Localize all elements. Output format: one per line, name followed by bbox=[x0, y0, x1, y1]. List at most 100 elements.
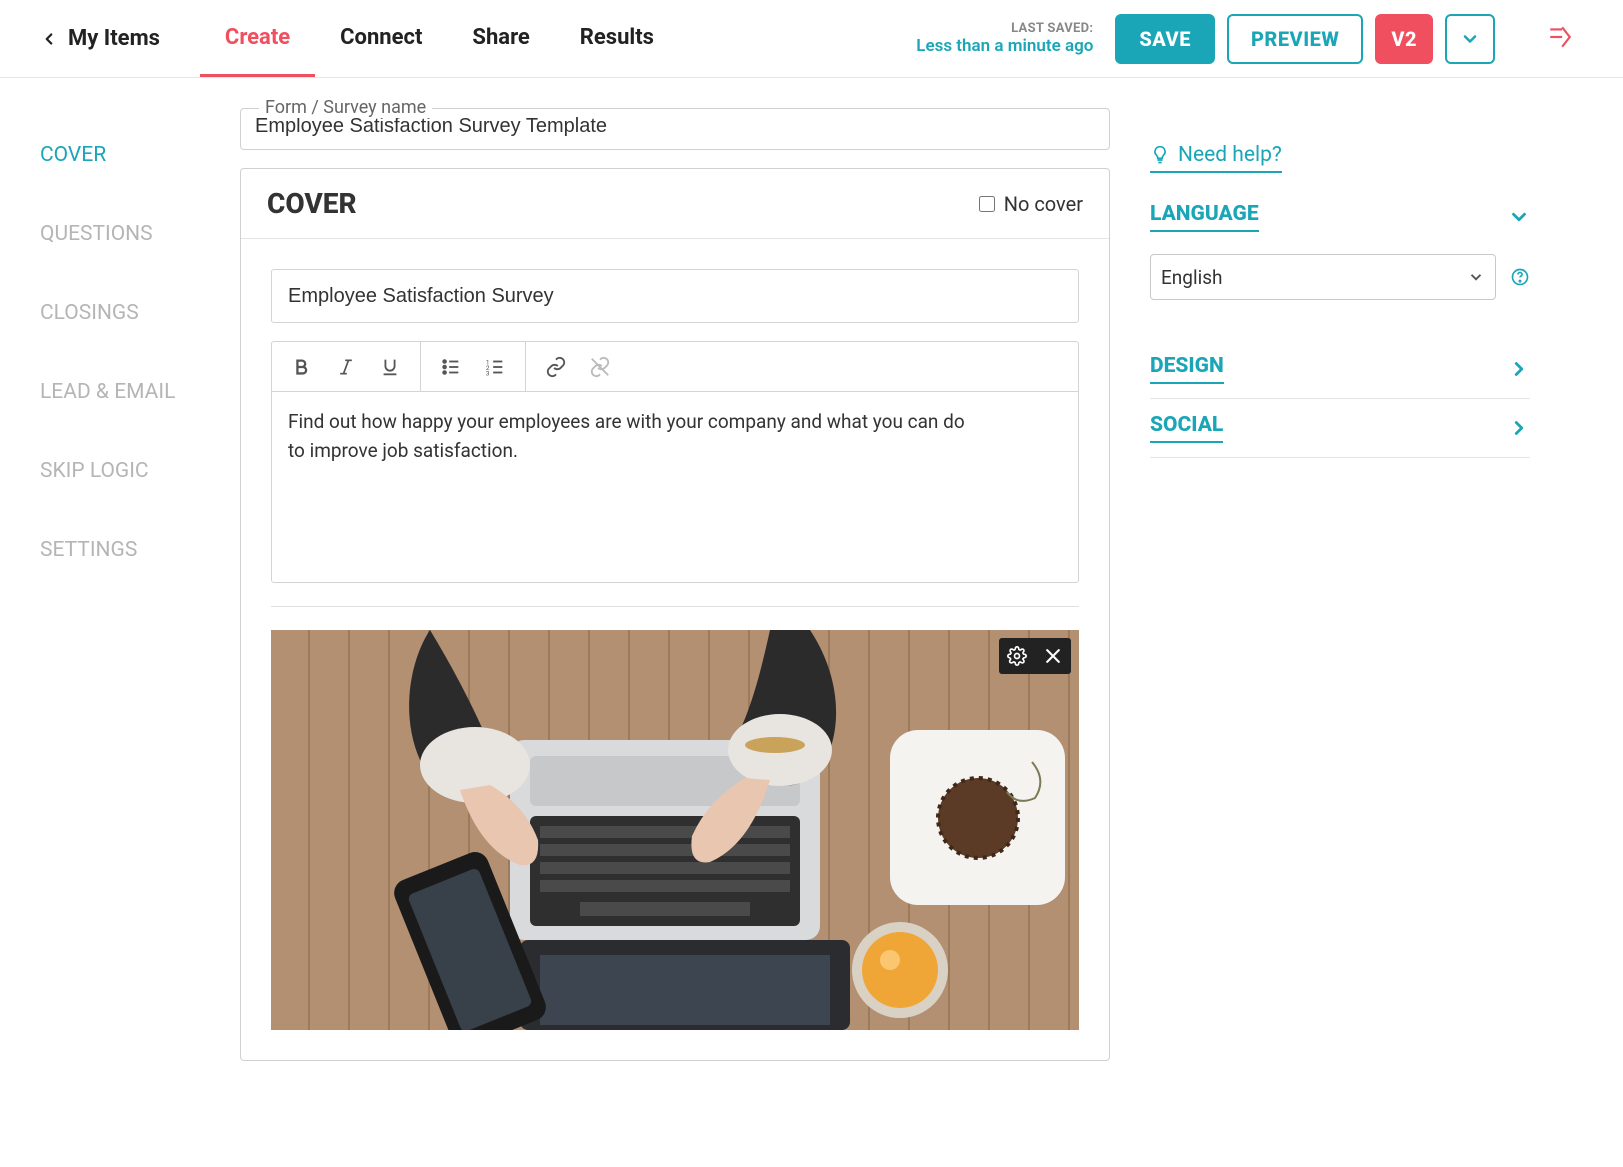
version-badge-button[interactable]: V2 bbox=[1375, 14, 1433, 64]
accordion-social: SOCIAL bbox=[1150, 399, 1530, 458]
italic-button[interactable] bbox=[324, 345, 368, 389]
topbar-right: LAST SAVED: Less than a minute ago SAVE … bbox=[916, 14, 1573, 64]
cover-description-input[interactable]: Find out how happy your employees are wi… bbox=[272, 392, 997, 582]
cover-panel-header: COVER No cover bbox=[241, 169, 1109, 239]
cover-panel: COVER No cover bbox=[240, 168, 1110, 1061]
accordion-title: SOCIAL bbox=[1150, 413, 1223, 443]
save-info: LAST SAVED: Less than a minute ago bbox=[916, 21, 1093, 56]
sidebar-item-label: QUESTIONS bbox=[40, 222, 153, 246]
preview-button-label: PREVIEW bbox=[1251, 27, 1339, 51]
chevron-right-icon bbox=[1508, 417, 1530, 439]
bold-button[interactable] bbox=[280, 345, 324, 389]
editor-center: Form / Survey name COVER No cover bbox=[240, 108, 1110, 1061]
bold-icon bbox=[291, 356, 313, 378]
tab-connect[interactable]: Connect bbox=[315, 0, 447, 77]
sidebar-item-skip-logic[interactable]: SKIP LOGIC bbox=[40, 459, 240, 483]
svg-text:3: 3 bbox=[486, 369, 490, 377]
image-overlay-actions bbox=[999, 638, 1071, 674]
bullet-list-icon bbox=[440, 356, 462, 378]
link-icon bbox=[545, 356, 567, 378]
chevron-down-icon bbox=[1460, 29, 1480, 49]
rich-text-editor: 123 Find out how happy your employees ar… bbox=[271, 341, 1079, 583]
cover-panel-body: 123 Find out how happy your employees ar… bbox=[241, 239, 1109, 1060]
tab-label: Results bbox=[580, 25, 654, 50]
list-group: 123 bbox=[421, 342, 526, 391]
chevron-left-icon bbox=[40, 28, 58, 50]
numbered-list-icon: 123 bbox=[484, 356, 506, 378]
lightbulb-icon bbox=[1150, 145, 1170, 165]
accordion-title: LANGUAGE bbox=[1150, 202, 1259, 232]
tab-label: Share bbox=[472, 25, 529, 50]
help-circle-icon bbox=[1510, 267, 1530, 287]
accordion-language: LANGUAGE English bbox=[1150, 188, 1530, 340]
format-group bbox=[272, 342, 421, 391]
save-button-label: SAVE bbox=[1139, 27, 1191, 51]
tab-results[interactable]: Results bbox=[555, 0, 679, 77]
save-button[interactable]: SAVE bbox=[1115, 14, 1215, 64]
version-dropdown-button[interactable] bbox=[1445, 14, 1495, 64]
chevron-right-icon bbox=[1508, 358, 1530, 380]
unlink-button[interactable] bbox=[578, 345, 622, 389]
cover-image-content bbox=[271, 630, 1079, 1030]
sidebar-item-label: SETTINGS bbox=[40, 538, 137, 562]
language-help-button[interactable] bbox=[1510, 267, 1530, 287]
underline-icon bbox=[379, 356, 401, 378]
underline-button[interactable] bbox=[368, 345, 412, 389]
preview-button[interactable]: PREVIEW bbox=[1227, 14, 1363, 64]
close-icon bbox=[1043, 646, 1063, 666]
language-body: English bbox=[1150, 246, 1530, 340]
tab-label: Connect bbox=[340, 25, 422, 50]
no-cover-toggle[interactable]: No cover bbox=[975, 192, 1083, 216]
sidebar-item-settings[interactable]: SETTINGS bbox=[40, 538, 240, 562]
image-settings-button[interactable] bbox=[999, 638, 1035, 674]
no-cover-checkbox[interactable] bbox=[979, 196, 995, 212]
accordion-header-design[interactable]: DESIGN bbox=[1150, 340, 1530, 398]
version-label: V2 bbox=[1391, 27, 1417, 51]
last-saved-label: LAST SAVED: bbox=[1011, 21, 1093, 36]
sidebar-item-closings[interactable]: CLOSINGS bbox=[40, 301, 240, 325]
language-selected-value: English bbox=[1161, 266, 1222, 289]
chevron-down-icon bbox=[1467, 268, 1485, 286]
form-name-legend: Form / Survey name bbox=[259, 97, 432, 118]
right-sidebar: Need help? LANGUAGE English bbox=[1110, 108, 1530, 1061]
sidebar-item-questions[interactable]: QUESTIONS bbox=[40, 222, 240, 246]
topbar-left: My Items Create Connect Share Results bbox=[40, 0, 679, 77]
italic-icon bbox=[336, 356, 356, 378]
sidebar-item-cover[interactable]: COVER bbox=[40, 143, 240, 167]
last-saved-time: Less than a minute ago bbox=[916, 36, 1093, 56]
primary-tabs: Create Connect Share Results bbox=[200, 0, 679, 77]
sidebar-item-lead-email[interactable]: LEAD & EMAIL bbox=[40, 380, 240, 404]
tab-share[interactable]: Share bbox=[447, 0, 554, 77]
sidebar-item-label: CLOSINGS bbox=[40, 301, 139, 325]
image-remove-button[interactable] bbox=[1035, 638, 1071, 674]
gear-icon bbox=[1007, 646, 1027, 666]
sidebar-item-label: COVER bbox=[40, 143, 106, 167]
back-my-items[interactable]: My Items bbox=[40, 26, 160, 51]
back-label: My Items bbox=[68, 26, 160, 51]
cover-image[interactable] bbox=[271, 630, 1079, 1030]
left-sidebar: COVER QUESTIONS CLOSINGS LEAD & EMAIL SK… bbox=[40, 108, 240, 1061]
chevron-down-icon bbox=[1508, 206, 1530, 228]
cover-title-input[interactable] bbox=[271, 269, 1079, 323]
accordion-design: DESIGN bbox=[1150, 340, 1530, 399]
cover-panel-title: COVER bbox=[267, 187, 357, 220]
tab-create[interactable]: Create bbox=[200, 0, 315, 77]
brand-icon bbox=[1547, 24, 1573, 54]
need-help-label: Need help? bbox=[1178, 143, 1282, 167]
need-help-link[interactable]: Need help? bbox=[1150, 143, 1282, 173]
ordered-list-button[interactable]: 123 bbox=[473, 345, 517, 389]
sidebar-item-label: SKIP LOGIC bbox=[40, 459, 149, 483]
link-button[interactable] bbox=[534, 345, 578, 389]
sidebar-item-label: LEAD & EMAIL bbox=[40, 380, 175, 404]
accordion-header-social[interactable]: SOCIAL bbox=[1150, 399, 1530, 457]
editor-toolbar: 123 bbox=[272, 342, 1078, 392]
no-cover-label: No cover bbox=[1004, 192, 1083, 216]
unordered-list-button[interactable] bbox=[429, 345, 473, 389]
language-select[interactable]: English bbox=[1150, 254, 1496, 300]
form-name-field[interactable]: Form / Survey name bbox=[240, 108, 1110, 150]
accordion-header-language[interactable]: LANGUAGE bbox=[1150, 188, 1530, 246]
tab-label: Create bbox=[225, 25, 290, 50]
settings-accordion: LANGUAGE English DESIGN bbox=[1150, 188, 1530, 458]
divider bbox=[271, 606, 1079, 607]
main: COVER QUESTIONS CLOSINGS LEAD & EMAIL SK… bbox=[0, 78, 1623, 1091]
